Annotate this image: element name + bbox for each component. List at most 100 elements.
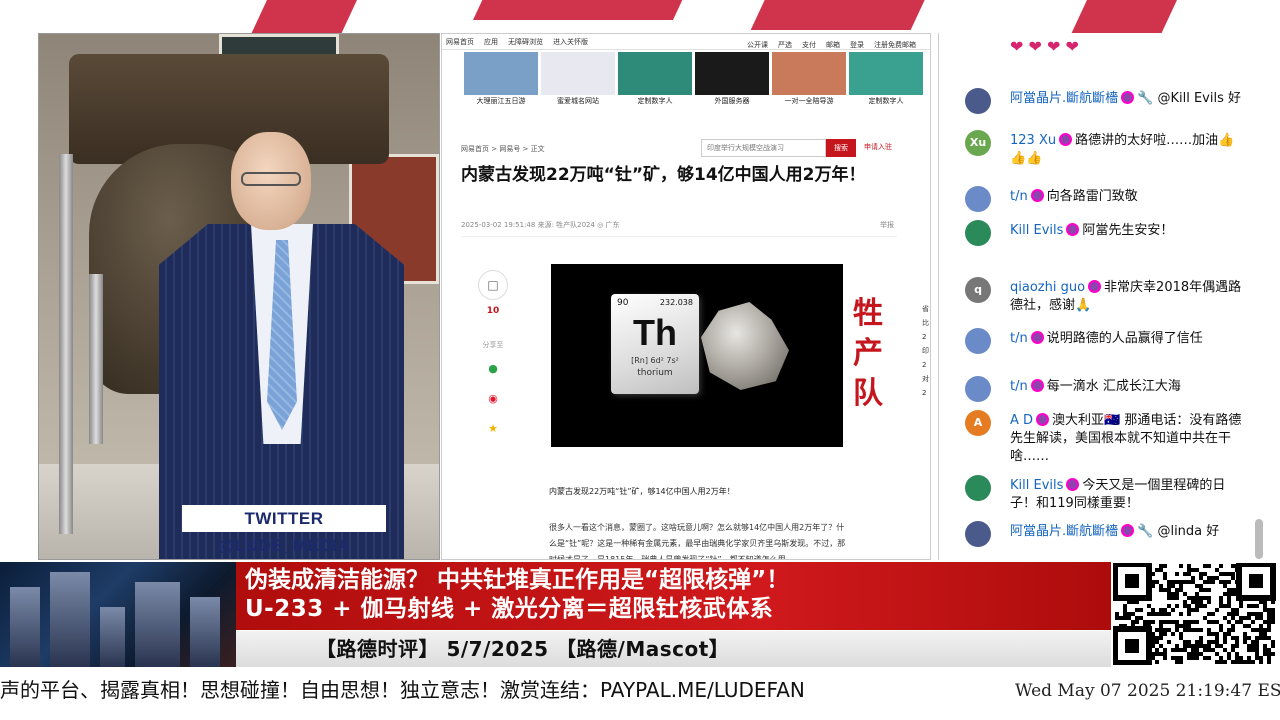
ticker-text: 声的平台、揭露真相！思想碰撞！自由思想！独立意志！激赏连结：PAYPAL.ME/… bbox=[0, 678, 805, 702]
avatar[interactable]: Xu bbox=[965, 130, 991, 156]
livestream-frame: TWITTER @LUDE_MEDIA 网易首页 应用 无障碍浏览 进入关怀版 公开课 严… bbox=[0, 0, 1280, 720]
chat-message-body: t/n 向各路雷门致敬 bbox=[1010, 188, 1250, 206]
breadcrumb: 网易首页 > 网易号 > 正文 bbox=[461, 145, 545, 153]
chat-message-body: 阿當晶片.斷航斷檣 🔧 @Kill Evils 好 bbox=[1010, 90, 1250, 108]
building bbox=[100, 607, 125, 667]
topbar-link[interactable]: 网易首页 bbox=[446, 37, 474, 47]
comment-count: 10 bbox=[486, 306, 500, 316]
chat-author-name[interactable]: Kill Evils bbox=[1010, 223, 1063, 238]
member-badge-icon bbox=[1059, 133, 1073, 146]
wechat-icon[interactable]: ● bbox=[486, 362, 500, 376]
member-badge-icon bbox=[1121, 91, 1135, 104]
weibo-icon[interactable]: ◉ bbox=[486, 392, 500, 406]
topbar-link[interactable]: 无障碍浏览 bbox=[508, 37, 543, 47]
avatar[interactable] bbox=[965, 220, 991, 246]
chat-message-body: 123 Xu 路德讲的太好啦……加油👍👍👍 bbox=[1010, 132, 1250, 168]
right-column-char: 比 bbox=[922, 319, 929, 327]
avatar[interactable] bbox=[965, 376, 991, 402]
chat-message-body: 阿當晶片.斷航斷檣 🔧 @linda 好 bbox=[1010, 523, 1250, 541]
chat-author-name[interactable]: qiaozhi guo bbox=[1010, 280, 1085, 295]
ore-rock bbox=[701, 302, 789, 390]
site-topbar: 网易首页 应用 无障碍浏览 进入关怀版 公开课 严选 支付 邮箱 登录 注册免费邮箱 bbox=[442, 34, 930, 50]
chat-author-name[interactable]: 阿當晶片.斷航斷檣 bbox=[1010, 524, 1118, 539]
right-column-char: 对 bbox=[922, 375, 929, 383]
chat-message-body: t/n 每一滴水 汇成长江大海 bbox=[1010, 378, 1250, 396]
headline-line-1: 伪装成清洁能源？ 中共钍堆真正作用是“超限核弹”！ bbox=[245, 567, 790, 593]
atomic-number: 90 bbox=[617, 298, 629, 308]
chat-author-name[interactable]: 123 Xu bbox=[1010, 133, 1056, 148]
search-button[interactable]: 搜索 bbox=[826, 139, 856, 157]
ad-thumbnail[interactable]: 蜜爱城名网站 bbox=[541, 52, 615, 108]
topbar-link[interactable]: 应用 bbox=[484, 37, 498, 47]
topbar-right-link[interactable]: 支付 bbox=[802, 40, 816, 49]
search-input[interactable]: 印度举行大规模空战演习 bbox=[701, 139, 826, 157]
chat-author-name[interactable]: 阿當晶片.斷航斷檣 bbox=[1010, 91, 1118, 106]
avatar[interactable] bbox=[965, 475, 991, 501]
ad-thumbnail[interactable]: 一对一全陪导游 bbox=[772, 52, 846, 108]
building bbox=[10, 587, 40, 667]
ad-thumbnail-image bbox=[695, 52, 769, 96]
ad-thumbnail-caption: 定制数字人 bbox=[618, 95, 692, 108]
glasses bbox=[241, 172, 301, 186]
building bbox=[50, 572, 90, 667]
stanchion-pole bbox=[59, 154, 73, 534]
ad-thumbnail-caption: 蜜爱城名网站 bbox=[541, 95, 615, 108]
twitter-handle-label: TWITTER @LUDE_MEDIA bbox=[182, 505, 386, 555]
ad-thumbnail-image bbox=[849, 52, 923, 96]
article-body: 很多人一看这个消息，蒙圈了。这啥玩意儿啊？怎么就够14亿中国人用2万年了？什 么是… bbox=[549, 520, 899, 560]
topbar-link[interactable]: 进入关怀版 bbox=[553, 37, 588, 47]
topbar-right-link[interactable]: 邮箱 bbox=[826, 40, 840, 49]
member-badge-icon bbox=[1121, 524, 1135, 537]
ad-thumbnail[interactable]: 外国服务器 bbox=[695, 52, 769, 108]
apply-link[interactable]: 申请入驻 bbox=[864, 142, 892, 152]
qr-code bbox=[1113, 563, 1278, 665]
avatar[interactable]: A bbox=[965, 410, 991, 436]
ad-thumbnail-image bbox=[464, 52, 538, 96]
ad-thumbnail[interactable]: 定制数字人 bbox=[618, 52, 692, 108]
ad-thumbnail[interactable]: 大理丽江五日游 bbox=[464, 52, 538, 108]
avatar[interactable] bbox=[965, 88, 991, 114]
report-link[interactable]: 举报 bbox=[880, 220, 894, 230]
chat-author-name[interactable]: t/n bbox=[1010, 331, 1028, 346]
top-decorative-banner bbox=[0, 0, 1280, 34]
chat-scrollbar[interactable] bbox=[1255, 519, 1263, 559]
ad-thumbnail-caption: 一对一全陪导游 bbox=[772, 95, 846, 108]
topbar-right-link[interactable]: 公开课 bbox=[747, 40, 768, 49]
article-body-line: 很多人一看这个消息，蒙圈了。这啥玩意儿啊？怎么就够14亿中国人用2万年了？什 bbox=[549, 523, 845, 532]
right-column-char: 2 bbox=[922, 333, 927, 341]
show-subtitle: 【路德时评】 5/7/2025 【路德/Mascot】 bbox=[316, 637, 730, 661]
topbar-right-link[interactable]: 注册免费邮箱 bbox=[874, 40, 916, 49]
article-body-line: 时候才是了，是1815年，瑞典人是曾发现了“钍”，都不知道怎么用 bbox=[549, 555, 786, 560]
chat-author-name[interactable]: Kill Evils bbox=[1010, 478, 1063, 493]
topbar-right-group: 公开课 严选 支付 邮箱 登录 注册免费邮箱 bbox=[743, 37, 922, 49]
star-icon[interactable]: ★ bbox=[486, 422, 500, 436]
chat-message-body: t/n 说明路德的人品赢得了信任 bbox=[1010, 330, 1250, 348]
clock-timestamp: Wed May 07 2025 21:19:47 EST bbox=[1015, 681, 1280, 701]
atomic-mass: 232.038 bbox=[659, 298, 693, 307]
chat-author-name[interactable]: t/n bbox=[1010, 379, 1028, 394]
share-label: 分享至 bbox=[482, 341, 504, 349]
ad-thumbnail-caption: 外国服务器 bbox=[695, 95, 769, 108]
chat-message-text: 阿當先生安安！ bbox=[1082, 223, 1174, 238]
article-lead: 内蒙古发现22万吨“钍”矿，够14亿中国人用2万年！ bbox=[549, 487, 735, 496]
building bbox=[190, 597, 220, 667]
chat-author-name[interactable]: t/n bbox=[1010, 189, 1028, 204]
ad-thumbnail-strip: 大理丽江五日游 蜜爱城名网站 定制数字人 外国服务器 一对一全陪导游 定制数字人 bbox=[464, 52, 930, 110]
heart-icon: ❤ bbox=[1010, 37, 1029, 56]
topbar-right-link[interactable]: 严选 bbox=[778, 40, 792, 49]
qr-code-graphic bbox=[1113, 563, 1276, 665]
article-meta: 2025-03-02 19:51:48 来源: 牲产队2024 ◎ 广东 bbox=[461, 221, 620, 229]
avatar[interactable] bbox=[965, 328, 991, 354]
brand-vertical-text: 牲产队 bbox=[853, 296, 883, 411]
avatar[interactable] bbox=[965, 186, 991, 212]
ad-thumbnail[interactable]: 定制数字人 bbox=[849, 52, 923, 108]
chat-message-text: 说明路德的人品赢得了信任 bbox=[1046, 331, 1203, 346]
chat-author-name[interactable]: A D bbox=[1010, 413, 1033, 428]
city-night-image bbox=[0, 562, 236, 667]
avatar[interactable]: q bbox=[965, 277, 991, 303]
topbar-right-link[interactable]: 登录 bbox=[850, 40, 864, 49]
stanchion-pole bbox=[89, 274, 103, 444]
electron-config: [Rn] 6d² 7s² bbox=[631, 356, 679, 365]
avatar[interactable] bbox=[965, 521, 991, 547]
comment-icon[interactable]: □ bbox=[478, 270, 508, 300]
